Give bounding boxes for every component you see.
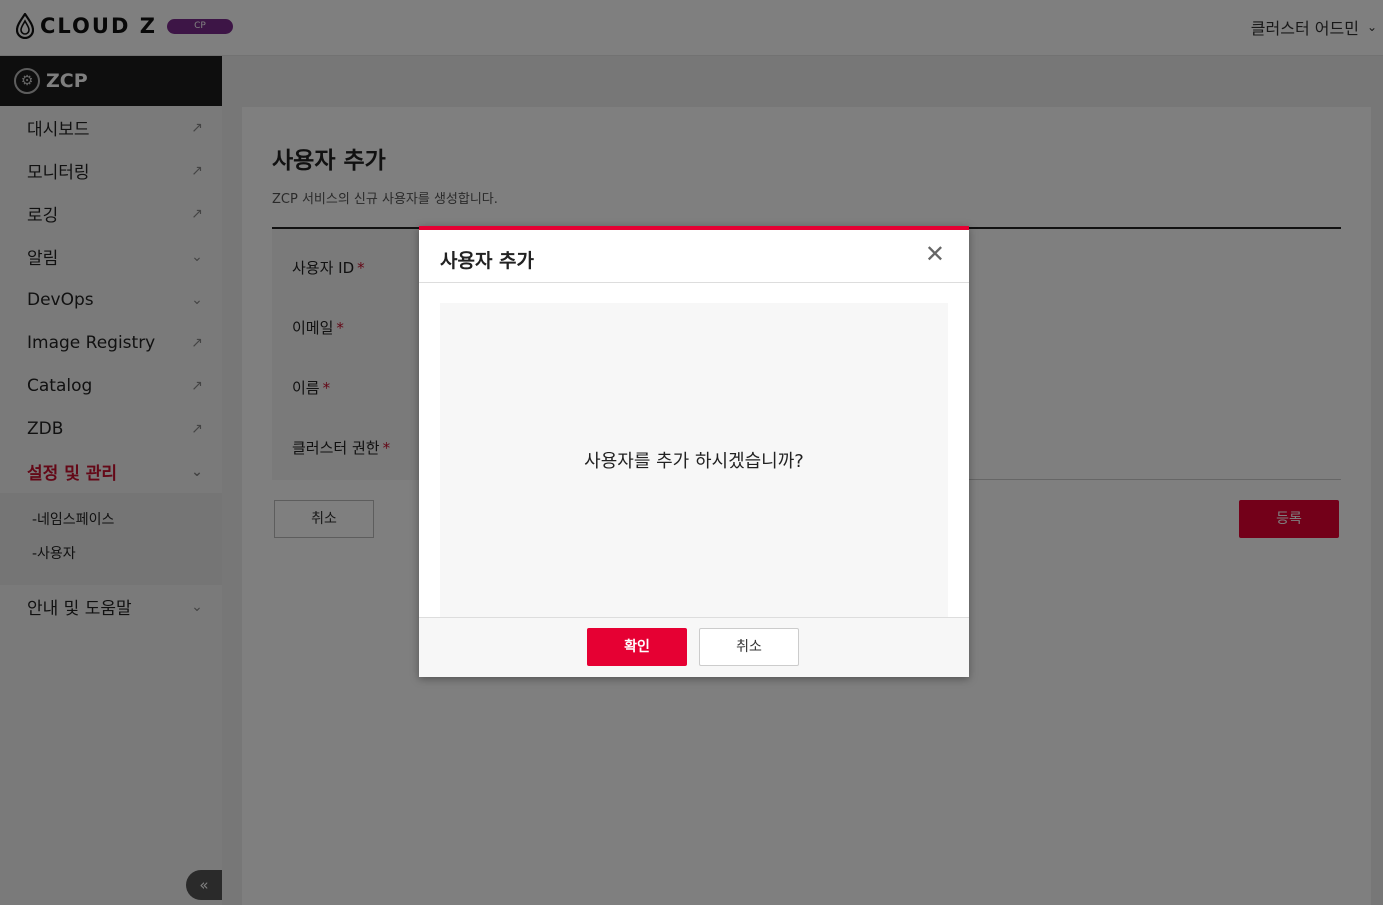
dialog-header: 사용자 추가 ✕ (419, 230, 969, 283)
dialog-footer: 확인 취소 (419, 617, 969, 677)
dialog-title: 사용자 추가 (440, 250, 535, 272)
confirm-dialog: 사용자 추가 ✕ 사용자를 추가 하시겠습니까? 확인 취소 (419, 226, 969, 677)
dialog-message: 사용자를 추가 하시겠습니까? (584, 451, 804, 472)
dialog-cancel-button[interactable]: 취소 (699, 628, 799, 666)
close-icon[interactable]: ✕ (925, 242, 945, 266)
confirm-button[interactable]: 확인 (587, 628, 687, 666)
dialog-body: 사용자를 추가 하시겠습니까? (440, 303, 948, 617)
